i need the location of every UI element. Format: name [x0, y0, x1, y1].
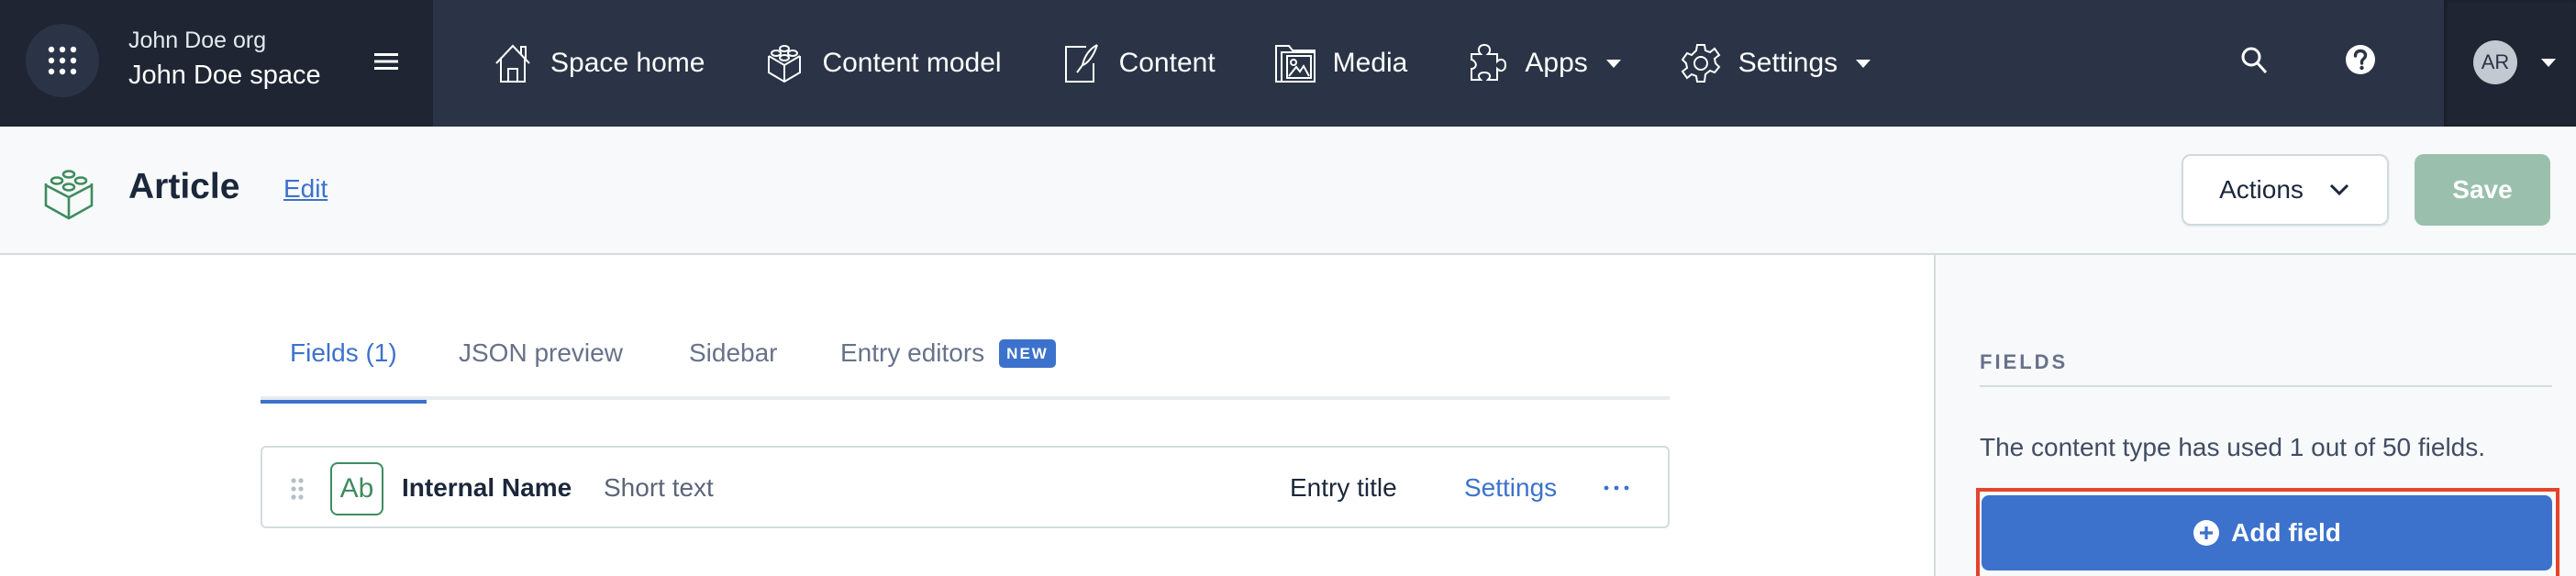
org-name: John Doe org: [128, 28, 267, 53]
space-name[interactable]: John Doe space: [128, 61, 321, 91]
tab-json-preview[interactable]: JSON preview: [459, 306, 623, 400]
nav-settings[interactable]: Settings: [1680, 27, 1871, 100]
tab-label: Entry editors: [840, 338, 985, 367]
field-type: Short text: [604, 473, 714, 502]
chevron-down-icon: [2541, 59, 2556, 67]
entry-title-label: Entry title: [1290, 473, 1397, 502]
drag-handle-icon[interactable]: [290, 477, 305, 501]
more-horizontal-icon: [1604, 485, 1629, 491]
gear-icon: [1680, 42, 1722, 84]
nav-label: Space home: [550, 48, 705, 78]
main-content: Fields (1) JSON preview Sidebar Entry ed…: [0, 255, 1935, 576]
chevron-down-icon: [1856, 59, 1871, 68]
page-header: Article Edit Actions Save: [0, 127, 2576, 255]
sidebar-divider: [1980, 385, 2552, 387]
sidebar-heading: FIELDS: [1980, 350, 2069, 373]
short-text-type-icon: Ab: [330, 462, 383, 515]
space-switcher: John Doe org John Doe space: [0, 0, 433, 127]
field-name: Internal Name: [402, 473, 572, 502]
edit-content-type-link[interactable]: Edit: [283, 174, 328, 204]
content-type-sidebar: FIELDS The content type has used 1 out o…: [1934, 255, 2576, 576]
search-icon[interactable]: [2238, 44, 2271, 77]
nav-space-home[interactable]: Space home: [492, 27, 705, 100]
tab-entry-editors[interactable]: Entry editors NEW: [840, 306, 1056, 400]
content-model-icon: [763, 42, 805, 84]
fields-usage-text: The content type has used 1 out of 50 fi…: [1980, 433, 2486, 461]
nav-apps[interactable]: Apps: [1466, 27, 1621, 100]
tab-label: Fields (1): [290, 338, 397, 367]
puzzle-icon: [1466, 42, 1508, 84]
field-settings-link[interactable]: Settings: [1464, 473, 1557, 503]
add-field-label: Add field: [2231, 518, 2341, 547]
hamburger-menu-icon[interactable]: [372, 48, 400, 75]
actions-label: Actions: [2219, 175, 2304, 204]
nav-label: Content: [1118, 48, 1216, 78]
tab-sidebar[interactable]: Sidebar: [689, 306, 778, 400]
page-title: Article: [128, 167, 240, 206]
tab-label: Sidebar: [689, 338, 778, 367]
chevron-down-icon: [1605, 59, 1621, 68]
tab-label: JSON preview: [459, 338, 623, 367]
actions-button[interactable]: Actions: [2182, 154, 2389, 226]
tab-list: Fields (1) JSON preview Sidebar Entry ed…: [261, 306, 1670, 404]
content-icon: [1060, 42, 1103, 84]
help-icon[interactable]: [2345, 44, 2376, 75]
nav-content[interactable]: Content: [1060, 27, 1216, 100]
new-badge: NEW: [999, 338, 1056, 368]
tab-fields[interactable]: Fields (1): [261, 306, 427, 404]
add-field-button[interactable]: Add field: [1982, 495, 2552, 570]
account-menu[interactable]: AR: [2444, 0, 2576, 127]
nav-label: Apps: [1525, 48, 1588, 78]
avatar: AR: [2473, 40, 2517, 84]
nav-content-model[interactable]: Content model: [763, 27, 1002, 100]
nav-label: Settings: [1738, 48, 1838, 78]
field-more-button[interactable]: [1596, 468, 1637, 508]
main-nav: Space home Content model Content Media A…: [492, 0, 1929, 127]
plus-circle-icon: [2193, 520, 2220, 546]
top-navigation: John Doe org John Doe space Space home C…: [0, 0, 2576, 127]
nav-label: Media: [1332, 48, 1408, 78]
field-row[interactable]: Ab Internal Name Short text Entry title …: [261, 446, 1670, 528]
content-type-icon: [44, 170, 94, 220]
nav-label: Content model: [822, 48, 1002, 78]
chevron-down-icon: [2329, 183, 2348, 196]
app-launcher-button[interactable]: [26, 24, 99, 97]
grid-dots-icon: [48, 46, 77, 75]
nav-media[interactable]: Media: [1274, 27, 1408, 100]
media-icon: [1274, 42, 1316, 84]
save-button[interactable]: Save: [2415, 154, 2550, 226]
home-icon: [492, 42, 534, 84]
